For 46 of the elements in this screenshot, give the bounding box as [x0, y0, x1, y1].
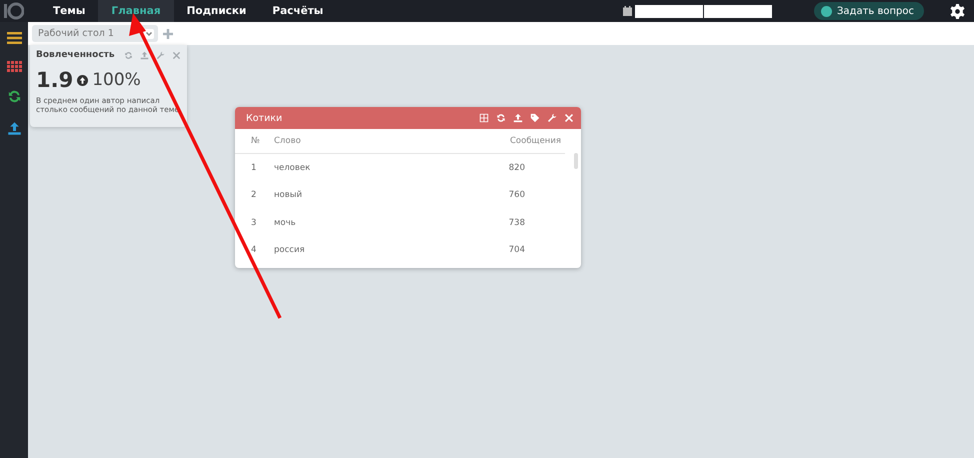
wrench-icon[interactable]	[156, 50, 165, 60]
chevron-icon[interactable]	[144, 28, 154, 38]
workspace-dropdown[interactable]: Рабочий стол 1	[32, 25, 158, 42]
settings-icon[interactable]	[950, 4, 965, 18]
table-cell-text: 2	[250, 189, 258, 202]
refresh-icon[interactable]	[496, 113, 506, 123]
table-cell-text: мочь	[273, 216, 297, 230]
column-header: Сообщения	[390, 129, 565, 154]
grid-icon[interactable]	[6, 61, 22, 72]
nav-tab[interactable]: Главная	[98, 0, 174, 22]
column-header: Слово	[273, 129, 390, 154]
upload-icon[interactable]	[6, 121, 22, 136]
metric-change: 100%	[92, 70, 141, 90]
scrollbar[interactable]	[574, 153, 578, 169]
table-cell: 1	[235, 154, 273, 182]
close-icon[interactable]	[172, 50, 181, 60]
date-field[interactable]	[704, 4, 772, 18]
ask-question-button[interactable]: Задать вопрос	[814, 2, 924, 20]
tag-icon[interactable]	[530, 113, 540, 123]
nav-tab[interactable]: Расчёты	[259, 0, 336, 22]
table-cell-text: новый	[273, 189, 304, 202]
grid-icon[interactable]	[479, 113, 489, 123]
logo-icon[interactable]	[4, 2, 24, 20]
table-cell-text: 704	[508, 244, 526, 258]
close-icon[interactable]	[564, 113, 574, 123]
column-header: №	[235, 129, 273, 154]
menu-icon[interactable]	[6, 32, 22, 44]
widget-title: Вовлеченность	[36, 50, 115, 60]
date-field[interactable]	[635, 4, 703, 18]
table-cell: 820	[390, 154, 565, 182]
widget-title: Котики	[246, 112, 282, 124]
table-cell-text: 738	[508, 216, 526, 230]
table-cell: человек	[273, 154, 390, 182]
refresh-icon[interactable]	[6, 89, 22, 104]
nav-tab[interactable]: Темы	[40, 0, 98, 22]
table-cell-text: 760	[508, 189, 526, 202]
metric-value: 1.9	[36, 68, 74, 92]
up-arrow-icon	[77, 74, 88, 86]
table-cell-text: россия	[273, 244, 306, 258]
table-cell-text: 4	[250, 244, 258, 258]
nav-tab[interactable]: Подписки	[174, 0, 260, 22]
upload-icon[interactable]	[513, 113, 523, 123]
add-icon[interactable]	[163, 28, 173, 38]
table-cell-text: 3	[250, 216, 258, 230]
wrench-icon[interactable]	[547, 113, 557, 123]
calendar-icon[interactable]	[623, 6, 632, 16]
